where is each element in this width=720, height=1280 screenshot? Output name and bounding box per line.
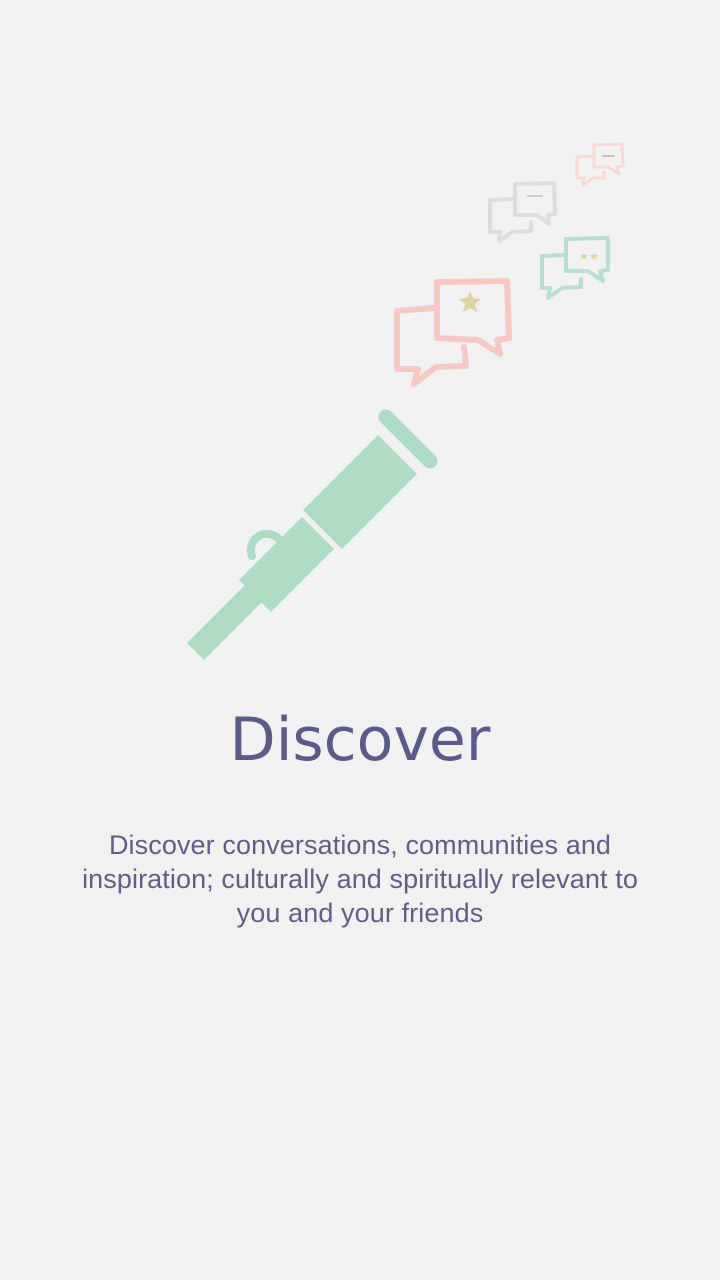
chat-bubbles-icon — [575, 142, 625, 187]
star-icon — [590, 252, 598, 260]
star-icon — [580, 252, 588, 260]
chat-bubbles-icon — [488, 181, 557, 243]
onboarding-screen: Discover Discover conversations, communi… — [0, 0, 720, 1280]
discover-illustration — [187, 142, 625, 660]
star-icon — [459, 291, 481, 312]
page-title: Discover — [229, 705, 491, 775]
telescope-icon — [187, 409, 438, 660]
chat-bubbles-icon — [540, 236, 610, 300]
chat-bubbles-icon — [394, 278, 512, 387]
page-description: Discover conversations, communities and … — [82, 830, 638, 928]
